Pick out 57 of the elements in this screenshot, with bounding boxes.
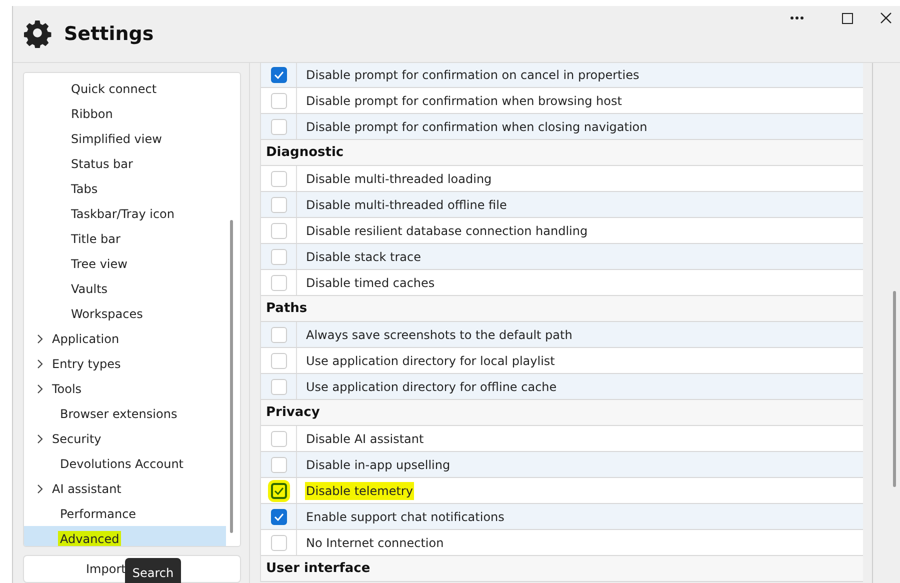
nav-item[interactable]: Devolutions Account bbox=[24, 451, 226, 476]
nav-item[interactable]: Tabs bbox=[24, 176, 226, 201]
window-title: Settings bbox=[64, 23, 154, 45]
option-label: Use application directory for offline cache bbox=[305, 378, 558, 396]
chevron-icon bbox=[36, 434, 44, 444]
checkbox[interactable] bbox=[270, 508, 286, 524]
check-icon bbox=[274, 512, 284, 520]
more-icon bbox=[790, 16, 804, 20]
nav-item[interactable]: Tree view bbox=[24, 251, 226, 276]
nav-item[interactable]: Entry types bbox=[24, 351, 226, 376]
option-label: Disable telemetry bbox=[305, 482, 414, 500]
nav-item[interactable]: Taskbar/Tray icon bbox=[24, 201, 226, 226]
check-icon bbox=[274, 486, 284, 494]
scrollbar-thumb[interactable] bbox=[230, 220, 233, 533]
nav-item[interactable]: Status bar bbox=[24, 151, 226, 176]
option-label: Disable prompt for confirmation on cancel in properties bbox=[305, 67, 640, 84]
option-label: Disable resilient database connection handling bbox=[305, 222, 589, 240]
nav-item[interactable]: Browser extensions bbox=[24, 401, 226, 426]
option-label: Disable AI assistant bbox=[305, 430, 425, 448]
nav-item[interactable]: Ribbon bbox=[24, 101, 226, 126]
maximize-icon bbox=[842, 12, 852, 24]
chevron-icon bbox=[36, 384, 44, 394]
option-label: Disable in-app upselling bbox=[305, 456, 452, 474]
close-icon bbox=[880, 12, 892, 24]
section-header: Diagnostic bbox=[261, 140, 863, 166]
check-icon bbox=[274, 71, 284, 79]
option-label: Disable multi-threaded offline file bbox=[305, 196, 508, 214]
nav-item[interactable]: Performance bbox=[24, 501, 226, 526]
settings-icon bbox=[24, 20, 52, 48]
option-label: Disable prompt for confirmation when closing navigation bbox=[305, 118, 648, 136]
chevron-icon bbox=[36, 358, 44, 368]
nav-item[interactable]: Vaults bbox=[24, 276, 226, 301]
nav-item[interactable]: Title bar bbox=[24, 226, 226, 251]
nav-item[interactable]: Workspaces bbox=[24, 301, 226, 326]
tooltip: Search bbox=[125, 558, 181, 583]
option-label: Disable multi-threaded loading bbox=[305, 170, 493, 188]
option-label: Use application directory for local playlist bbox=[305, 352, 556, 370]
option-label: Disable prompt for confirmation when browsing host bbox=[305, 92, 623, 110]
checkbox[interactable] bbox=[270, 67, 286, 83]
nav-item[interactable]: Simplified view bbox=[24, 126, 226, 151]
nav-item[interactable]: Quick connect bbox=[24, 76, 226, 101]
section-header: Paths bbox=[261, 296, 863, 322]
option-label: Disable stack trace bbox=[305, 248, 422, 266]
chevron-icon bbox=[36, 484, 44, 494]
nav-item[interactable]: Advanced bbox=[24, 526, 226, 546]
section-header: Privacy bbox=[261, 400, 863, 426]
option-label: Always save screenshots to the default path bbox=[305, 326, 574, 344]
nav-item[interactable]: AI assistant bbox=[24, 476, 226, 501]
option-label: Enable support chat notifications bbox=[305, 508, 506, 526]
nav-item[interactable]: Application bbox=[24, 326, 226, 351]
nav-item[interactable]: Security bbox=[24, 426, 226, 451]
scrollbar-thumb[interactable] bbox=[893, 291, 896, 487]
nav-item[interactable]: Tools bbox=[24, 376, 226, 401]
option-label: Disable timed caches bbox=[305, 274, 436, 292]
section-header: User interface bbox=[261, 556, 863, 582]
chevron-icon bbox=[36, 334, 44, 344]
option-label: No Internet connection bbox=[305, 534, 445, 552]
